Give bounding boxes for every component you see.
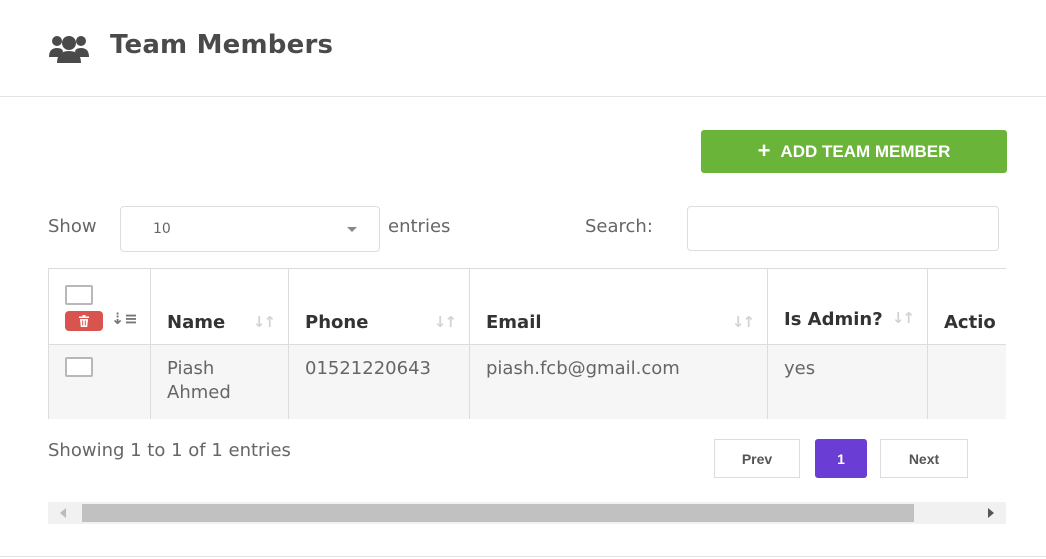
show-label: Show (48, 216, 97, 237)
action-cell (927, 344, 1006, 419)
select-cell (48, 344, 151, 419)
scroll-left-icon[interactable] (60, 508, 66, 518)
page-1-button[interactable]: 1 (815, 439, 867, 478)
row-checkbox[interactable] (65, 357, 93, 377)
trash-icon (79, 315, 89, 327)
column-header-label: Phone (305, 312, 369, 333)
table-info: Showing 1 to 1 of 1 entries (48, 440, 291, 461)
add-team-member-label: ADD TEAM MEMBER (780, 141, 951, 161)
is-admin-cell: yes (767, 344, 928, 419)
column-header-phone[interactable]: Phone ↓↑ (288, 268, 470, 345)
phone-cell: 01521220643 (288, 344, 470, 419)
table-row: Piash Ahmed 01521220643 piash.fcb@gmail.… (48, 344, 1006, 419)
sort-icon: ↓↑ (252, 313, 276, 331)
search-input[interactable] (687, 206, 999, 251)
column-header-action: Actio (927, 268, 1006, 345)
horizontal-scrollbar[interactable] (48, 502, 1006, 524)
sort-amount-down-icon[interactable]: ⇣≡ (111, 309, 138, 328)
select-column-header: ⇣≡ (48, 268, 151, 345)
email-cell: piash.fcb@gmail.com (469, 344, 768, 419)
column-header-label: Actio (944, 312, 996, 333)
column-header-email[interactable]: Email ↓↑ (469, 268, 768, 345)
search-label: Search: (585, 216, 653, 237)
column-header-name[interactable]: Name ↓↑ (150, 268, 289, 345)
plus-icon: + (757, 137, 771, 163)
scroll-right-icon[interactable] (988, 508, 994, 518)
page-header: Team Members (0, 0, 1046, 97)
page-title: Team Members (110, 30, 334, 60)
scrollbar-thumb[interactable] (82, 504, 914, 522)
users-icon (49, 36, 89, 63)
column-header-label: Is Admin? (784, 309, 883, 330)
column-header-label: Email (486, 312, 542, 333)
team-members-table: ⇣≡ Name ↓↑ Phone ↓↑ Email ↓↑ Is Admin? ↓… (48, 268, 1006, 419)
column-header-is-admin[interactable]: Is Admin? ↓↑ (767, 268, 928, 345)
caret-down-icon (347, 227, 357, 232)
next-page-button[interactable]: Next (880, 439, 968, 478)
sort-icon: ↓↑ (731, 313, 755, 331)
sort-icon: ↓↑ (891, 309, 915, 327)
page-length-select[interactable]: 10 (120, 206, 380, 252)
sort-icon: ↓↑ (433, 313, 457, 331)
table-header-row: ⇣≡ Name ↓↑ Phone ↓↑ Email ↓↑ Is Admin? ↓… (48, 268, 1006, 345)
entries-label: entries (388, 216, 451, 237)
delete-selected-button[interactable] (65, 311, 103, 331)
column-header-label: Name (167, 312, 226, 333)
add-team-member-button[interactable]: + ADD TEAM MEMBER (701, 130, 1007, 173)
name-cell: Piash Ahmed (150, 344, 289, 419)
divider (0, 556, 1046, 557)
prev-page-button[interactable]: Prev (714, 439, 800, 478)
select-all-checkbox[interactable] (65, 285, 93, 305)
page-length-value: 10 (153, 221, 171, 237)
